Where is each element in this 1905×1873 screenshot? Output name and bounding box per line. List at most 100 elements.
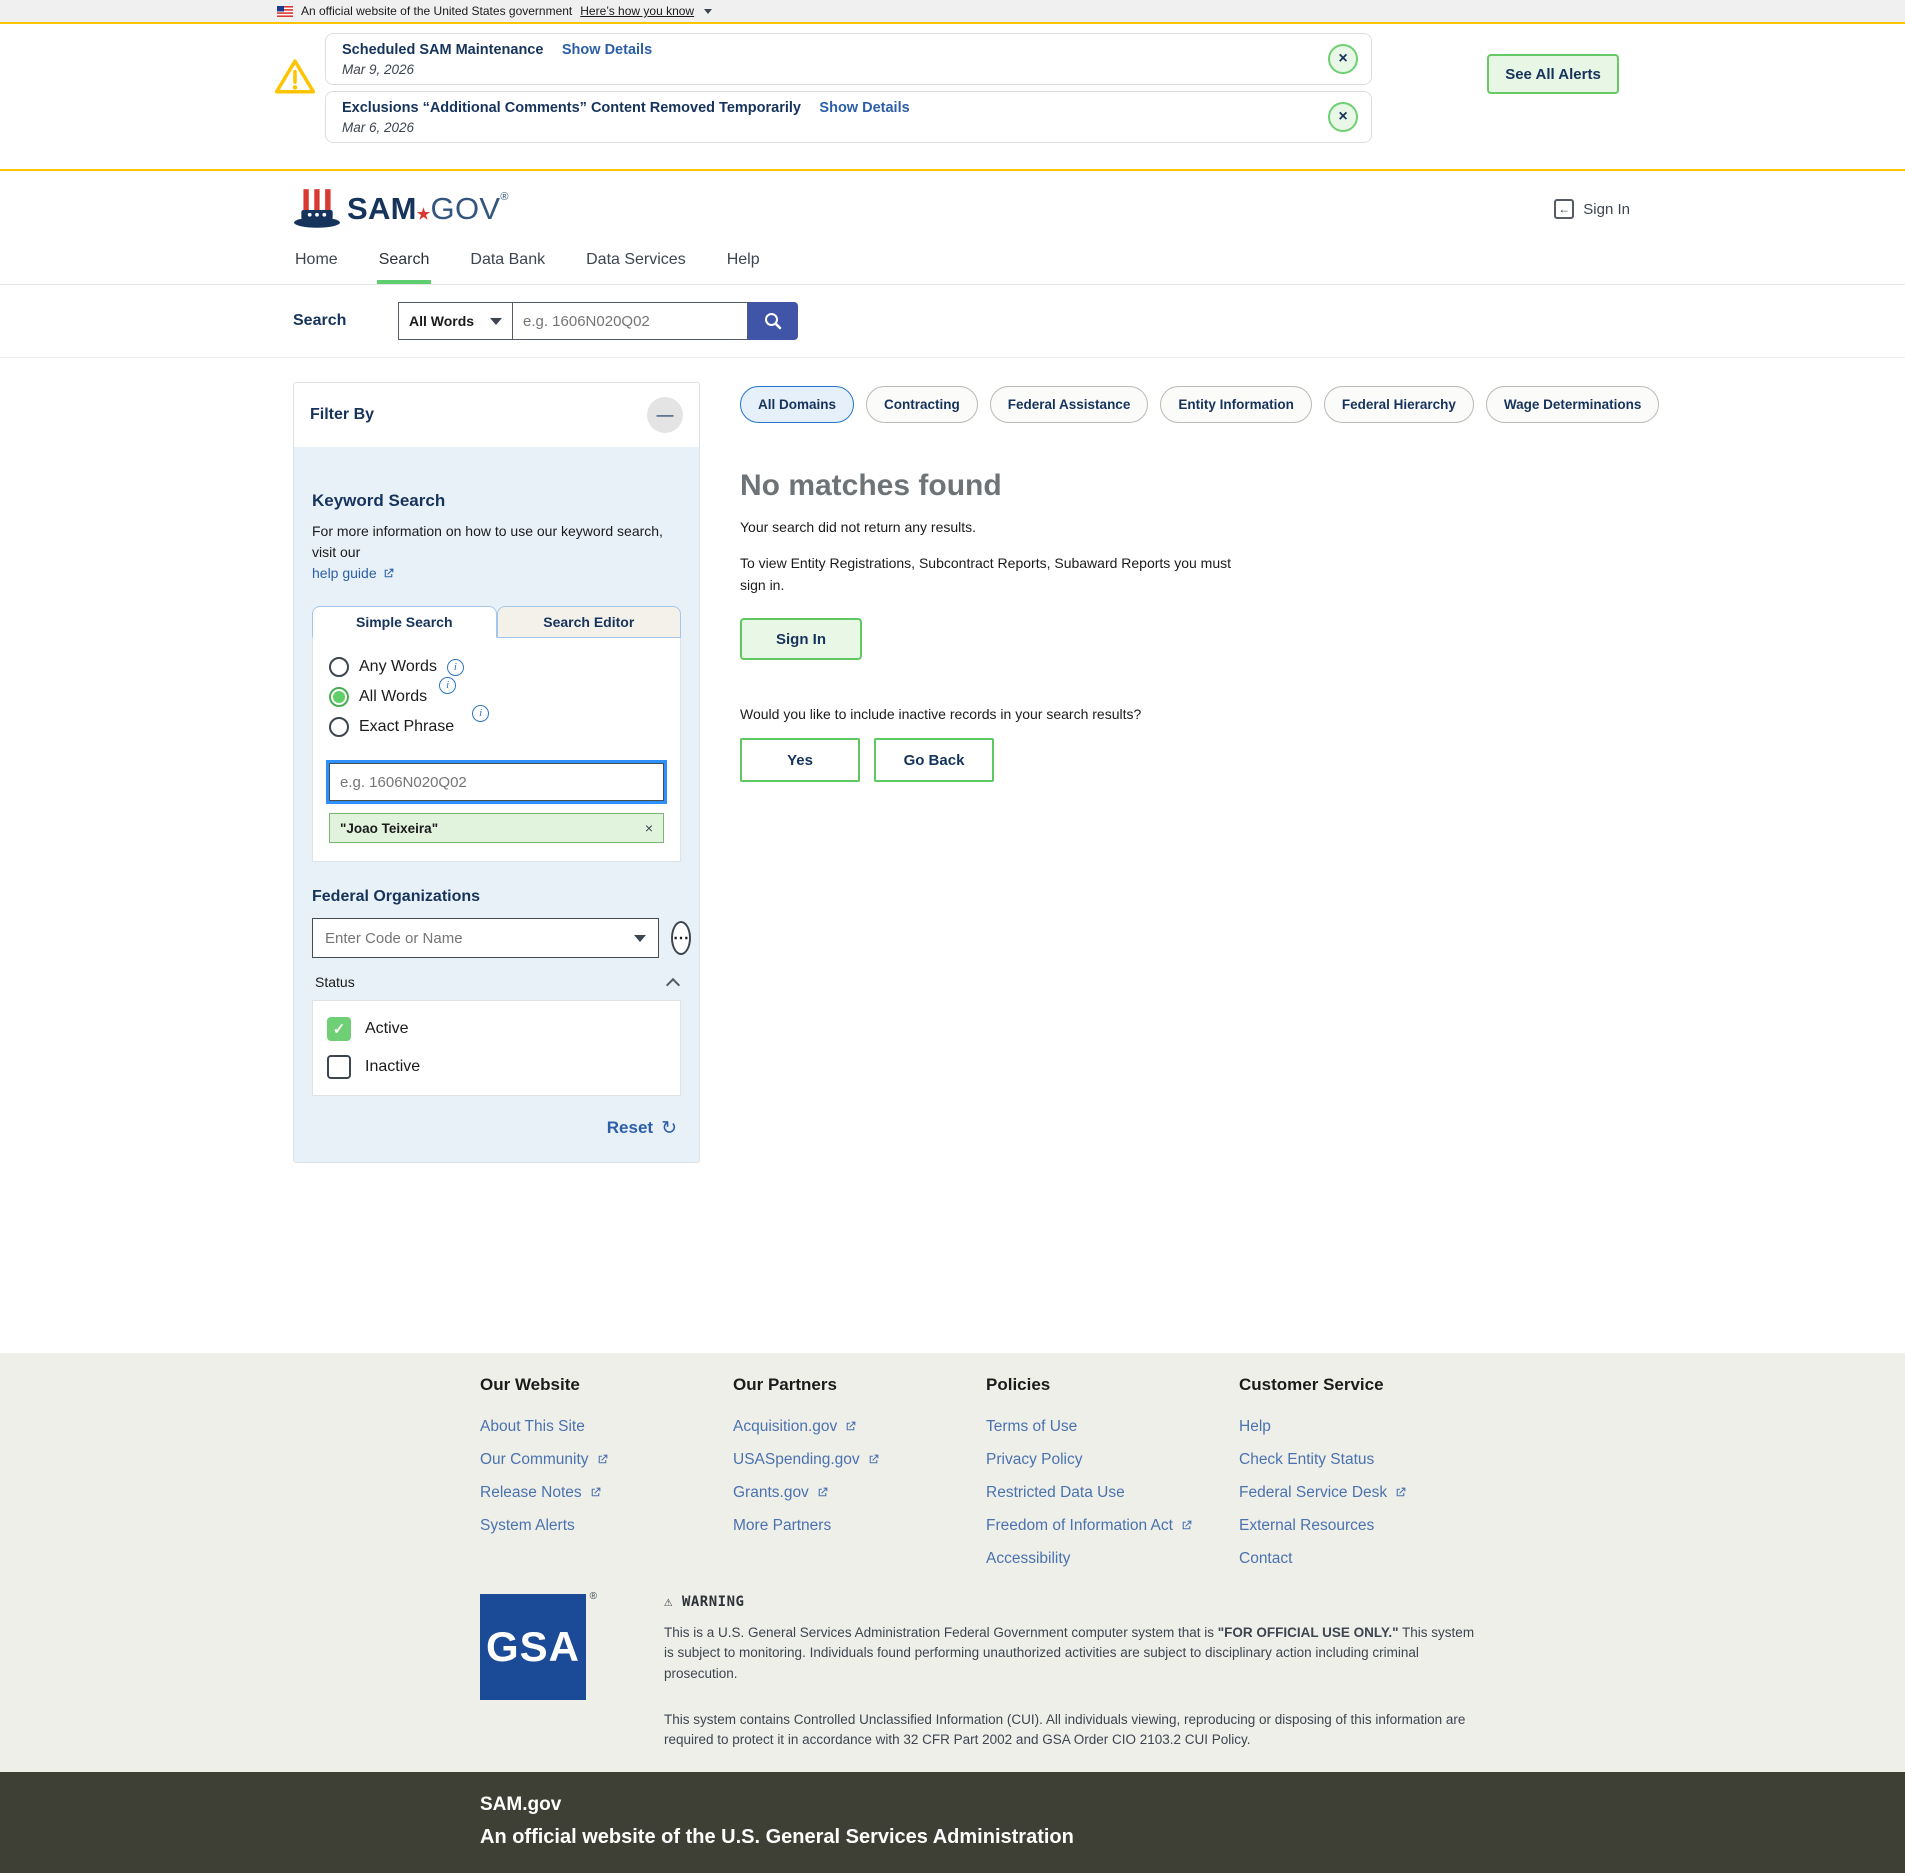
nav-item-data-bank[interactable]: Data Bank: [468, 241, 547, 284]
warning-paragraph-1: This is a U.S. General Services Administ…: [664, 1623, 1484, 1684]
site-header: SAM★GOV® ← Sign In: [0, 171, 1905, 241]
footer-link[interactable]: More Partners: [733, 1516, 986, 1535]
us-flag-icon: [277, 6, 293, 17]
domain-tab-contracting[interactable]: Contracting: [866, 386, 978, 423]
more-options-icon[interactable]: ⋯: [671, 921, 691, 955]
no-matches-heading: No matches found: [740, 469, 1865, 503]
radio-label: All Words: [359, 688, 427, 706]
search-label: Search: [293, 312, 398, 330]
radio-label: Any Words: [359, 658, 437, 676]
search-bar: Search All Words: [0, 285, 1905, 358]
registered-mark: ®: [590, 1591, 597, 1602]
choice-buttons: Yes Go Back: [740, 738, 1865, 782]
help-guide-link[interactable]: help guide: [312, 563, 395, 584]
yes-button[interactable]: Yes: [740, 738, 860, 782]
filter-header: Filter By —: [294, 383, 699, 447]
go-back-button[interactable]: Go Back: [874, 738, 994, 782]
federal-orgs-row: Enter Code or Name ⋯: [312, 918, 681, 958]
all-words-radio[interactable]: [329, 687, 349, 707]
info-icon[interactable]: i: [472, 705, 489, 722]
footer-link[interactable]: Grants.gov: [733, 1483, 986, 1502]
footer-links: Our Website About This Site Our Communit…: [0, 1353, 1905, 1582]
keyword-input[interactable]: [329, 763, 664, 801]
show-details-link[interactable]: Show Details: [819, 100, 909, 116]
sam-gov-logo[interactable]: SAM★GOV®: [293, 187, 509, 231]
domain-tabs: All Domains Contracting Federal Assistan…: [740, 386, 1865, 423]
status-label: Status: [315, 974, 355, 990]
alert-maintenance: Scheduled SAM Maintenance Show Details M…: [325, 33, 1372, 85]
close-icon[interactable]: ×: [1328, 44, 1358, 74]
footer-link[interactable]: Release Notes: [480, 1483, 733, 1502]
footer-link[interactable]: Accessibility: [986, 1549, 1239, 1568]
footer-link[interactable]: About This Site: [480, 1417, 733, 1436]
keyword-search-heading: Keyword Search: [312, 491, 681, 511]
info-icon[interactable]: i: [439, 677, 456, 694]
footer-link[interactable]: External Resources: [1239, 1516, 1492, 1535]
active-checkbox[interactable]: ✓: [327, 1017, 351, 1041]
registered-mark: ®: [500, 191, 508, 203]
status-option-inactive: Inactive: [327, 1055, 666, 1079]
info-icon[interactable]: i: [447, 659, 464, 676]
warning-icon: ⚠: [664, 1594, 673, 1610]
no-results-message: Your search did not return any results.: [740, 519, 1865, 535]
footer-col-title: Our Website: [480, 1375, 733, 1395]
filter-title: Filter By: [310, 406, 374, 424]
show-details-link[interactable]: Show Details: [562, 42, 652, 58]
domain-tab-wage-determinations[interactable]: Wage Determinations: [1486, 386, 1660, 423]
nav-item-data-services[interactable]: Data Services: [584, 241, 688, 284]
domain-tab-entity-information[interactable]: Entity Information: [1160, 386, 1312, 423]
nav-item-search[interactable]: Search: [377, 241, 432, 284]
footer-link[interactable]: Restricted Data Use: [986, 1483, 1239, 1502]
gsa-warning-section: GSA ® ⚠ WARNING This is a U.S. General S…: [0, 1582, 1905, 1772]
alert-exclusions: Exclusions “Additional Comments” Content…: [325, 91, 1372, 143]
footer-link[interactable]: Check Entity Status: [1239, 1450, 1492, 1469]
external-link-icon: [867, 1453, 880, 1466]
tab-search-editor[interactable]: Search Editor: [497, 606, 682, 638]
footer-link[interactable]: Contact: [1239, 1549, 1492, 1568]
status-section-toggle[interactable]: Status: [312, 974, 681, 990]
footer-link[interactable]: Our Community: [480, 1450, 733, 1469]
reset-label: Reset: [607, 1118, 653, 1138]
domain-tab-federal-hierarchy[interactable]: Federal Hierarchy: [1324, 386, 1474, 423]
footer-link[interactable]: Help: [1239, 1417, 1492, 1436]
footer-link[interactable]: USASpending.gov: [733, 1450, 986, 1469]
footer-link[interactable]: Freedom of Information Act: [986, 1516, 1239, 1535]
main-content: Filter By — Keyword Search For more info…: [0, 358, 1905, 1353]
footer-link[interactable]: Terms of Use: [986, 1417, 1239, 1436]
alert-title: Exclusions “Additional Comments” Content…: [342, 100, 801, 116]
filter-body: Keyword Search For more information on h…: [294, 447, 699, 1162]
footer-link[interactable]: Federal Service Desk: [1239, 1483, 1492, 1502]
external-link-icon: [1180, 1519, 1193, 1532]
footer-col-our-website: Our Website About This Site Our Communit…: [480, 1375, 733, 1582]
search-mode-value: All Words: [409, 313, 474, 329]
domain-tab-federal-assistance[interactable]: Federal Assistance: [990, 386, 1149, 423]
footer-col-customer-service: Customer Service Help Check Entity Statu…: [1239, 1375, 1492, 1582]
gov-banner: An official website of the United States…: [0, 0, 1905, 24]
search-mode-select[interactable]: All Words: [398, 302, 513, 340]
federal-orgs-select[interactable]: Enter Code or Name: [312, 918, 659, 958]
any-words-radio[interactable]: [329, 657, 349, 677]
domain-tab-all-domains[interactable]: All Domains: [740, 386, 854, 423]
chip-remove-icon[interactable]: ×: [645, 820, 653, 836]
footer-site-subtitle: An official website of the U.S. General …: [480, 1826, 1905, 1849]
tab-simple-search[interactable]: Simple Search: [312, 606, 497, 638]
radio-label: Exact Phrase: [359, 718, 454, 736]
search-button[interactable]: [748, 302, 798, 340]
reset-filters[interactable]: Reset ↻: [312, 1118, 681, 1138]
radio-row-any-words: Any Words i: [329, 657, 664, 677]
nav-item-home[interactable]: Home: [293, 241, 340, 284]
search-input[interactable]: [513, 302, 748, 340]
sign-in-button[interactable]: Sign In: [740, 618, 862, 660]
footer-link[interactable]: Acquisition.gov: [733, 1417, 986, 1436]
header-sign-in[interactable]: ← Sign In: [1554, 199, 1630, 219]
inactive-checkbox[interactable]: [327, 1055, 351, 1079]
external-link-icon: [816, 1486, 829, 1499]
footer-link[interactable]: Privacy Policy: [986, 1450, 1239, 1469]
see-all-alerts-button[interactable]: See All Alerts: [1487, 54, 1619, 94]
nav-item-help[interactable]: Help: [725, 241, 762, 284]
close-icon[interactable]: ×: [1328, 102, 1358, 132]
how-you-know-link[interactable]: Here’s how you know: [580, 4, 694, 18]
footer-link[interactable]: System Alerts: [480, 1516, 733, 1535]
collapse-filters-button[interactable]: —: [647, 397, 683, 433]
exact-phrase-radio[interactable]: [329, 717, 349, 737]
